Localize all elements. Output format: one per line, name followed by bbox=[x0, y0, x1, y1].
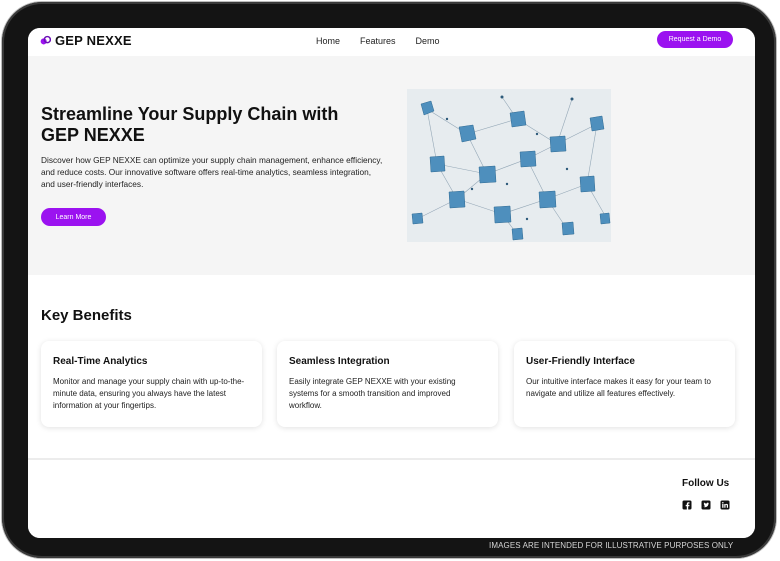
key-benefits-title: Key Benefits bbox=[41, 307, 132, 324]
benefit-card-analytics: Real-Time Analytics Monitor and manage y… bbox=[41, 341, 262, 427]
logo-text: GEP NEXXE bbox=[55, 33, 132, 48]
facebook-icon[interactable] bbox=[682, 500, 692, 510]
logo[interactable]: GEP NEXXE bbox=[40, 33, 132, 48]
linkedin-icon[interactable] bbox=[720, 500, 730, 510]
benefit-body: Our intuitive interface makes it easy fo… bbox=[526, 377, 711, 398]
hero-title: Streamline Your Supply Chain with GEP NE… bbox=[41, 104, 339, 145]
hero-section: Streamline Your Supply Chain with GEP NE… bbox=[28, 56, 755, 275]
disclaimer-text: IMAGES ARE INTENDED FOR ILLUSTRATIVE PUR… bbox=[489, 541, 734, 550]
nav-link-features[interactable]: Features bbox=[360, 36, 396, 46]
benefit-body: Monitor and manage your supply chain wit… bbox=[53, 377, 245, 410]
benefit-body: Easily integrate GEP NEXXE with your exi… bbox=[289, 377, 456, 410]
learn-more-button[interactable]: Learn More bbox=[41, 208, 106, 226]
nav-link-home[interactable]: Home bbox=[316, 36, 340, 46]
hero-description: Discover how GEP NEXXE can optimize your… bbox=[41, 155, 383, 189]
benefit-title: Real-Time Analytics bbox=[53, 356, 148, 367]
benefit-card-interface: User-Friendly Interface Our intuitive in… bbox=[514, 341, 735, 427]
benefit-title: Seamless Integration bbox=[289, 356, 390, 367]
benefit-card-integration: Seamless Integration Easily integrate GE… bbox=[277, 341, 498, 427]
request-demo-button[interactable]: Request a Demo bbox=[657, 31, 733, 48]
follow-us-label: Follow Us bbox=[682, 478, 730, 489]
social-links bbox=[682, 500, 739, 510]
twitter-icon[interactable] bbox=[701, 500, 711, 510]
tablet-frame: GEP NEXXE Home Features Demo Request a D… bbox=[2, 2, 776, 558]
nav-links: Home Features Demo bbox=[316, 36, 460, 46]
top-nav: GEP NEXXE Home Features Demo Request a D… bbox=[28, 28, 755, 56]
footer: Follow Us bbox=[28, 458, 755, 538]
network-nodes-image bbox=[407, 89, 611, 242]
nav-link-demo[interactable]: Demo bbox=[416, 36, 440, 46]
logo-icon bbox=[40, 35, 51, 45]
benefit-title: User-Friendly Interface bbox=[526, 356, 635, 367]
screen: GEP NEXXE Home Features Demo Request a D… bbox=[28, 28, 755, 538]
